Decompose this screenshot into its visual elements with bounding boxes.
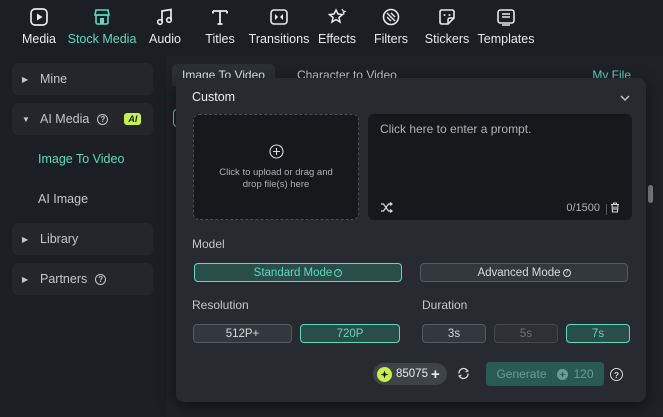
duration-label: Duration [422, 298, 468, 312]
caret-right-icon: ▶ [22, 74, 29, 84]
effects-icon [326, 6, 348, 28]
sidebar-item-label: Partners [40, 272, 88, 286]
credit-coin-icon [556, 368, 568, 380]
sidebar-item-ai-image[interactable]: AI Image [12, 183, 153, 215]
resolution-720p-button[interactable]: 720P [300, 324, 400, 343]
audio-icon [154, 6, 176, 28]
divider [606, 204, 607, 215]
transitions-icon [268, 6, 290, 28]
standard-mode-button[interactable]: Standard Mode? [194, 263, 402, 282]
scrollbar-thumb[interactable] [648, 185, 653, 203]
refresh-icon[interactable] [457, 367, 470, 383]
sidebar-item-label: Mine [40, 72, 68, 86]
resolution-label: Resolution [192, 298, 249, 312]
prompt-placeholder: Click here to enter a prompt. [380, 122, 532, 136]
shuffle-icon[interactable] [380, 202, 393, 216]
generate-label: Generate [496, 367, 547, 381]
stock-media-icon [91, 6, 113, 28]
toolbar-label: Effects [318, 32, 356, 46]
help-icon: ? [562, 268, 571, 277]
toolbar-effects[interactable]: Effects [318, 0, 356, 52]
duration-5s-button: 5s [494, 324, 558, 343]
generate-button[interactable]: Generate 120 [486, 362, 604, 386]
toolbar-label: Audio [149, 32, 181, 46]
help-icon[interactable]: ? [610, 368, 623, 381]
mode-label: Advanced Mode [477, 266, 561, 279]
caret-right-icon: ▶ [22, 234, 29, 244]
mode-label: Standard Mode [253, 266, 333, 279]
char-count: 0/1500 [566, 202, 600, 214]
sidebar: ▶ Mine ▼ AI Media ? AI Image To Video AI… [0, 56, 166, 417]
resolution-512p-button[interactable]: 512P+ [193, 324, 292, 343]
advanced-mode-button[interactable]: Advanced Mode? [420, 263, 628, 282]
toolbar-stickers[interactable]: Stickers [424, 0, 470, 52]
panel-title: Custom [192, 90, 236, 104]
prompt-input[interactable]: Click here to enter a prompt. 0/1500 [368, 114, 632, 220]
sidebar-item-ai-media[interactable]: ▼ AI Media ? AI [12, 103, 153, 135]
filters-icon [380, 6, 402, 28]
duration-3s-button[interactable]: 3s [422, 324, 486, 343]
toolbar-label: Transitions [248, 32, 310, 46]
media-icon [28, 6, 50, 28]
sidebar-item-library[interactable]: ▶ Library [12, 223, 153, 255]
toolbar-label: Media [21, 32, 57, 46]
toolbar-label: Titles [205, 32, 235, 46]
credits-pill[interactable]: 85075 + [373, 363, 447, 385]
add-circle-icon [268, 143, 284, 159]
sidebar-item-label: AI Image [38, 192, 89, 206]
toolbar-stock-media[interactable]: Stock Media [67, 0, 137, 52]
sidebar-item-label: Library [40, 232, 79, 246]
help-icon[interactable]: ? [97, 113, 109, 125]
duration-7s-button[interactable]: 7s [566, 324, 630, 343]
help-icon[interactable]: ? [95, 273, 107, 285]
toolbar-titles[interactable]: Titles [204, 0, 236, 52]
upload-dropzone[interactable]: Click to upload or drag and drop file(s)… [193, 114, 359, 220]
toolbar-label: Stickers [424, 32, 470, 46]
top-toolbar: Media Stock Media Audio Titles Transitio… [0, 0, 663, 52]
model-label: Model [192, 237, 225, 251]
sidebar-item-mine[interactable]: ▶ Mine [12, 63, 153, 95]
ai-badge: AI [124, 113, 142, 125]
add-credits-icon[interactable]: + [431, 367, 440, 382]
sidebar-item-image-to-video[interactable]: Image To Video [12, 143, 153, 175]
trash-icon[interactable] [610, 202, 620, 216]
chevron-down-icon[interactable] [620, 91, 630, 105]
generate-cost: 120 [573, 367, 594, 381]
templates-icon [495, 6, 517, 28]
help-icon: ? [334, 268, 343, 277]
toolbar-label: Templates [477, 32, 535, 46]
credits-count: 85075 [396, 368, 428, 380]
credit-coin-icon [377, 366, 392, 382]
toolbar-transitions[interactable]: Transitions [248, 0, 310, 52]
sidebar-item-label: Image To Video [38, 152, 125, 166]
sidebar-item-label: AI Media [40, 112, 90, 126]
titles-icon [209, 6, 231, 28]
toolbar-media[interactable]: Media [18, 0, 60, 52]
toolbar-audio[interactable]: Audio [147, 0, 183, 52]
upload-hint: Click to upload or drag and drop file(s)… [219, 166, 333, 190]
toolbar-templates[interactable]: Templates [477, 0, 535, 52]
toolbar-filters[interactable]: Filters [374, 0, 408, 52]
custom-panel: Custom Click to upload or drag and drop … [176, 78, 646, 402]
sidebar-item-partners[interactable]: ▶ Partners ? [12, 263, 153, 295]
caret-right-icon: ▶ [22, 274, 29, 284]
toolbar-label: Filters [373, 32, 409, 46]
toolbar-label: Stock Media [67, 32, 137, 46]
stickers-icon [436, 6, 458, 28]
caret-down-icon: ▼ [22, 114, 30, 124]
